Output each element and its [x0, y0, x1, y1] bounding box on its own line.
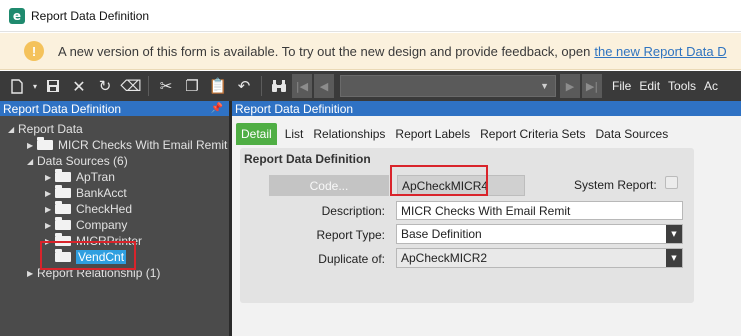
tree-item-source[interactable]: ▶ CheckHed	[45, 201, 132, 217]
next-record-icon[interactable]: ▶	[560, 74, 580, 98]
folder-icon	[37, 137, 53, 150]
copy-icon[interactable]: ❐	[179, 73, 205, 99]
menu-edit[interactable]: Edit	[639, 79, 660, 93]
code-button[interactable]: Code...	[269, 175, 389, 196]
tab-report-criteria-sets[interactable]: Report Criteria Sets	[475, 123, 590, 145]
menu-actions[interactable]: Ac	[704, 79, 718, 93]
detail-panel-title: Report Data Definition	[235, 101, 354, 116]
title-bar: e Report Data Definition	[0, 0, 741, 32]
expand-arrow-icon[interactable]: ◢	[27, 157, 37, 166]
folder-icon	[55, 169, 71, 182]
record-selector[interactable]: ▼	[340, 75, 556, 97]
toolbar: ▾ ✕ ↻ ⌫ ✂ ❐ 📋 ↶ |◀ ◀ ▼ ▶ ▶| File Edit To…	[0, 71, 741, 101]
tab-report-labels[interactable]: Report Labels	[390, 123, 475, 145]
tree-item-report[interactable]: ▶ MICR Checks With Email Remit	[27, 137, 227, 153]
tree-item-label: CheckHed	[76, 202, 133, 216]
menu-tools[interactable]: Tools	[668, 79, 696, 93]
folder-icon	[55, 201, 71, 214]
folder-icon	[55, 249, 71, 262]
tree-item-label: Report Relationship (1)	[37, 266, 161, 280]
tree-item-source[interactable]: ▶ BankAcct	[45, 185, 127, 201]
collapse-arrow-icon[interactable]: ▶	[27, 141, 37, 150]
system-report-label: System Report:	[574, 178, 657, 192]
refresh-icon[interactable]: ↻	[92, 73, 118, 99]
collapse-arrow-icon[interactable]: ▶	[45, 189, 55, 198]
code-field[interactable]: ApCheckMICR4	[397, 175, 525, 196]
tree-panel-header: Report Data Definition 📌	[0, 101, 229, 116]
cut-icon[interactable]: ✂	[153, 73, 179, 99]
description-field[interactable]: MICR Checks With Email Remit	[396, 201, 683, 220]
collapse-arrow-icon[interactable]: ▶	[45, 173, 55, 182]
definition-form: Report Data Definition Code... ApCheckMI…	[240, 148, 694, 303]
collapse-arrow-icon[interactable]: ▶	[27, 269, 37, 278]
app-icon: e	[9, 7, 25, 24]
chevron-down-icon[interactable]: ▼	[666, 225, 682, 243]
duplicate-of-select[interactable]: ApCheckMICR2 ▼	[396, 248, 683, 268]
tree-item-vendcnt[interactable]: VendCnt	[55, 249, 127, 265]
chevron-down-icon: ▼	[540, 81, 549, 91]
tab-relationships[interactable]: Relationships	[308, 123, 390, 145]
tab-bar: Detail List Relationships Report Labels …	[232, 119, 741, 145]
clear-icon[interactable]: ⌫	[118, 73, 144, 99]
tree-item-label: BankAcct	[76, 186, 127, 200]
new-icon[interactable]	[4, 73, 30, 99]
tree-item-label-selected: VendCnt	[76, 250, 127, 264]
folder-icon	[55, 217, 71, 230]
previous-record-icon[interactable]: ◀	[314, 74, 334, 98]
warning-icon: !	[24, 41, 44, 61]
tab-data-sources[interactable]: Data Sources	[591, 123, 674, 145]
report-type-label: Report Type:	[316, 228, 385, 242]
tree-item-label: ApTran	[76, 170, 115, 184]
system-report-checkbox[interactable]	[665, 176, 678, 189]
tree-item-label: MICRPrinter	[76, 234, 143, 248]
collapse-arrow-icon[interactable]: ▶	[45, 221, 55, 230]
detail-panel-header: Report Data Definition	[232, 101, 741, 116]
tree-item-label: Data Sources (6)	[37, 154, 128, 168]
collapse-arrow-icon[interactable]: ▶	[45, 205, 55, 214]
tab-detail[interactable]: Detail	[236, 123, 277, 145]
tree-panel: Report Data Definition 📌 ◢ Report Data ▶…	[0, 101, 229, 336]
toolbar-separator	[261, 76, 262, 96]
duplicate-of-label: Duplicate of:	[318, 252, 385, 266]
binoculars-icon[interactable]	[266, 73, 292, 99]
section-title: Report Data Definition	[244, 152, 371, 166]
report-type-select[interactable]: Base Definition ▼	[396, 224, 683, 244]
menu-file[interactable]: File	[612, 79, 631, 93]
detail-panel: Report Data Definition Detail List Relat…	[232, 101, 741, 336]
new-version-banner: ! A new version of this form is availabl…	[0, 33, 741, 70]
tree-item-source[interactable]: ▶ Company	[45, 217, 127, 233]
description-label: Description:	[321, 204, 385, 218]
tree-item-label: MICR Checks With Email Remit	[58, 138, 228, 152]
pin-icon[interactable]: 📌	[211, 103, 223, 114]
tree-item-label: Company	[76, 218, 128, 232]
banner-message: A new version of this form is available.…	[58, 43, 591, 59]
tree-panel-title: Report Data Definition	[3, 101, 122, 116]
chevron-down-icon[interactable]: ▼	[666, 249, 682, 267]
banner-link[interactable]: the new Report Data D	[594, 44, 726, 59]
folder-icon	[55, 233, 71, 246]
paste-icon[interactable]: 📋	[205, 73, 231, 99]
tree-item-data-sources[interactable]: ◢ Data Sources (6)	[27, 153, 128, 169]
tree-item-label: Report Data	[18, 122, 83, 136]
window-title: Report Data Definition	[31, 8, 150, 23]
tree-item-report-data[interactable]: ◢ Report Data	[8, 121, 83, 137]
tree-item-relationships[interactable]: ▶ Report Relationship (1)	[27, 265, 160, 281]
first-record-icon[interactable]: |◀	[292, 74, 312, 98]
duplicate-of-value: ApCheckMICR2	[401, 251, 488, 265]
chevron-down-icon[interactable]: ▾	[30, 73, 40, 99]
report-type-value: Base Definition	[401, 227, 482, 241]
folder-icon	[55, 185, 71, 198]
tree-item-source[interactable]: ▶ ApTran	[45, 169, 115, 185]
expand-arrow-icon[interactable]: ◢	[8, 125, 18, 134]
toolbar-separator	[148, 76, 149, 96]
tree-item-source[interactable]: ▶ MICRPrinter	[45, 233, 142, 249]
collapse-arrow-icon[interactable]: ▶	[45, 237, 55, 246]
last-record-icon[interactable]: ▶|	[582, 74, 602, 98]
delete-icon[interactable]: ✕	[66, 73, 92, 99]
undo-icon[interactable]: ↶	[231, 73, 257, 99]
save-icon[interactable]	[40, 73, 66, 99]
tab-list[interactable]: List	[280, 123, 309, 145]
